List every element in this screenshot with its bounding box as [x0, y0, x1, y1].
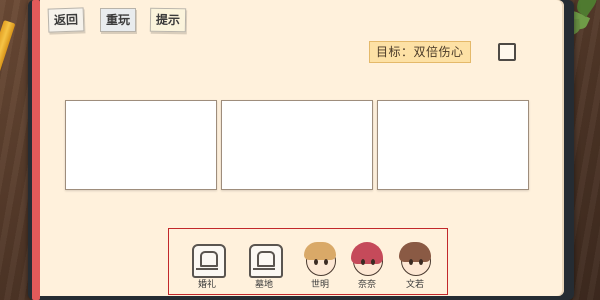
card-label: 婚礼 — [197, 280, 216, 290]
notebook-red-spine — [32, 0, 40, 300]
card-label: 世明 — [310, 280, 329, 290]
wedding-tablet-icon — [188, 242, 226, 278]
card-red-hair-girl[interactable]: 奈奈 — [346, 242, 388, 292]
boy-portrait-icon — [301, 242, 339, 278]
goal-label: 目标：双倍伤心 — [369, 41, 471, 63]
gravestone-icon — [245, 242, 283, 278]
brown-hair-girl-portrait-icon — [396, 242, 434, 278]
card-wedding[interactable]: 婚礼 — [186, 242, 228, 292]
card-label: 墓地 — [254, 280, 273, 290]
card-label: 文若 — [405, 280, 424, 290]
scene-slot-1[interactable] — [65, 100, 217, 190]
scene-slot-2[interactable] — [221, 100, 373, 190]
scene-slot-3[interactable] — [377, 100, 529, 190]
replay-button[interactable]: 重玩 — [100, 8, 137, 32]
card-brown-hair-girl[interactable]: 文若 — [394, 242, 436, 292]
hint-button[interactable]: 提示 — [149, 7, 187, 33]
red-hair-girl-portrait-icon — [348, 242, 386, 278]
card-grave[interactable]: 墓地 — [243, 242, 285, 292]
goal-checkbox — [498, 43, 516, 61]
card-boy[interactable]: 世明 — [299, 242, 341, 292]
back-button[interactable]: 返回 — [47, 7, 85, 33]
card-label: 奈奈 — [357, 280, 376, 290]
